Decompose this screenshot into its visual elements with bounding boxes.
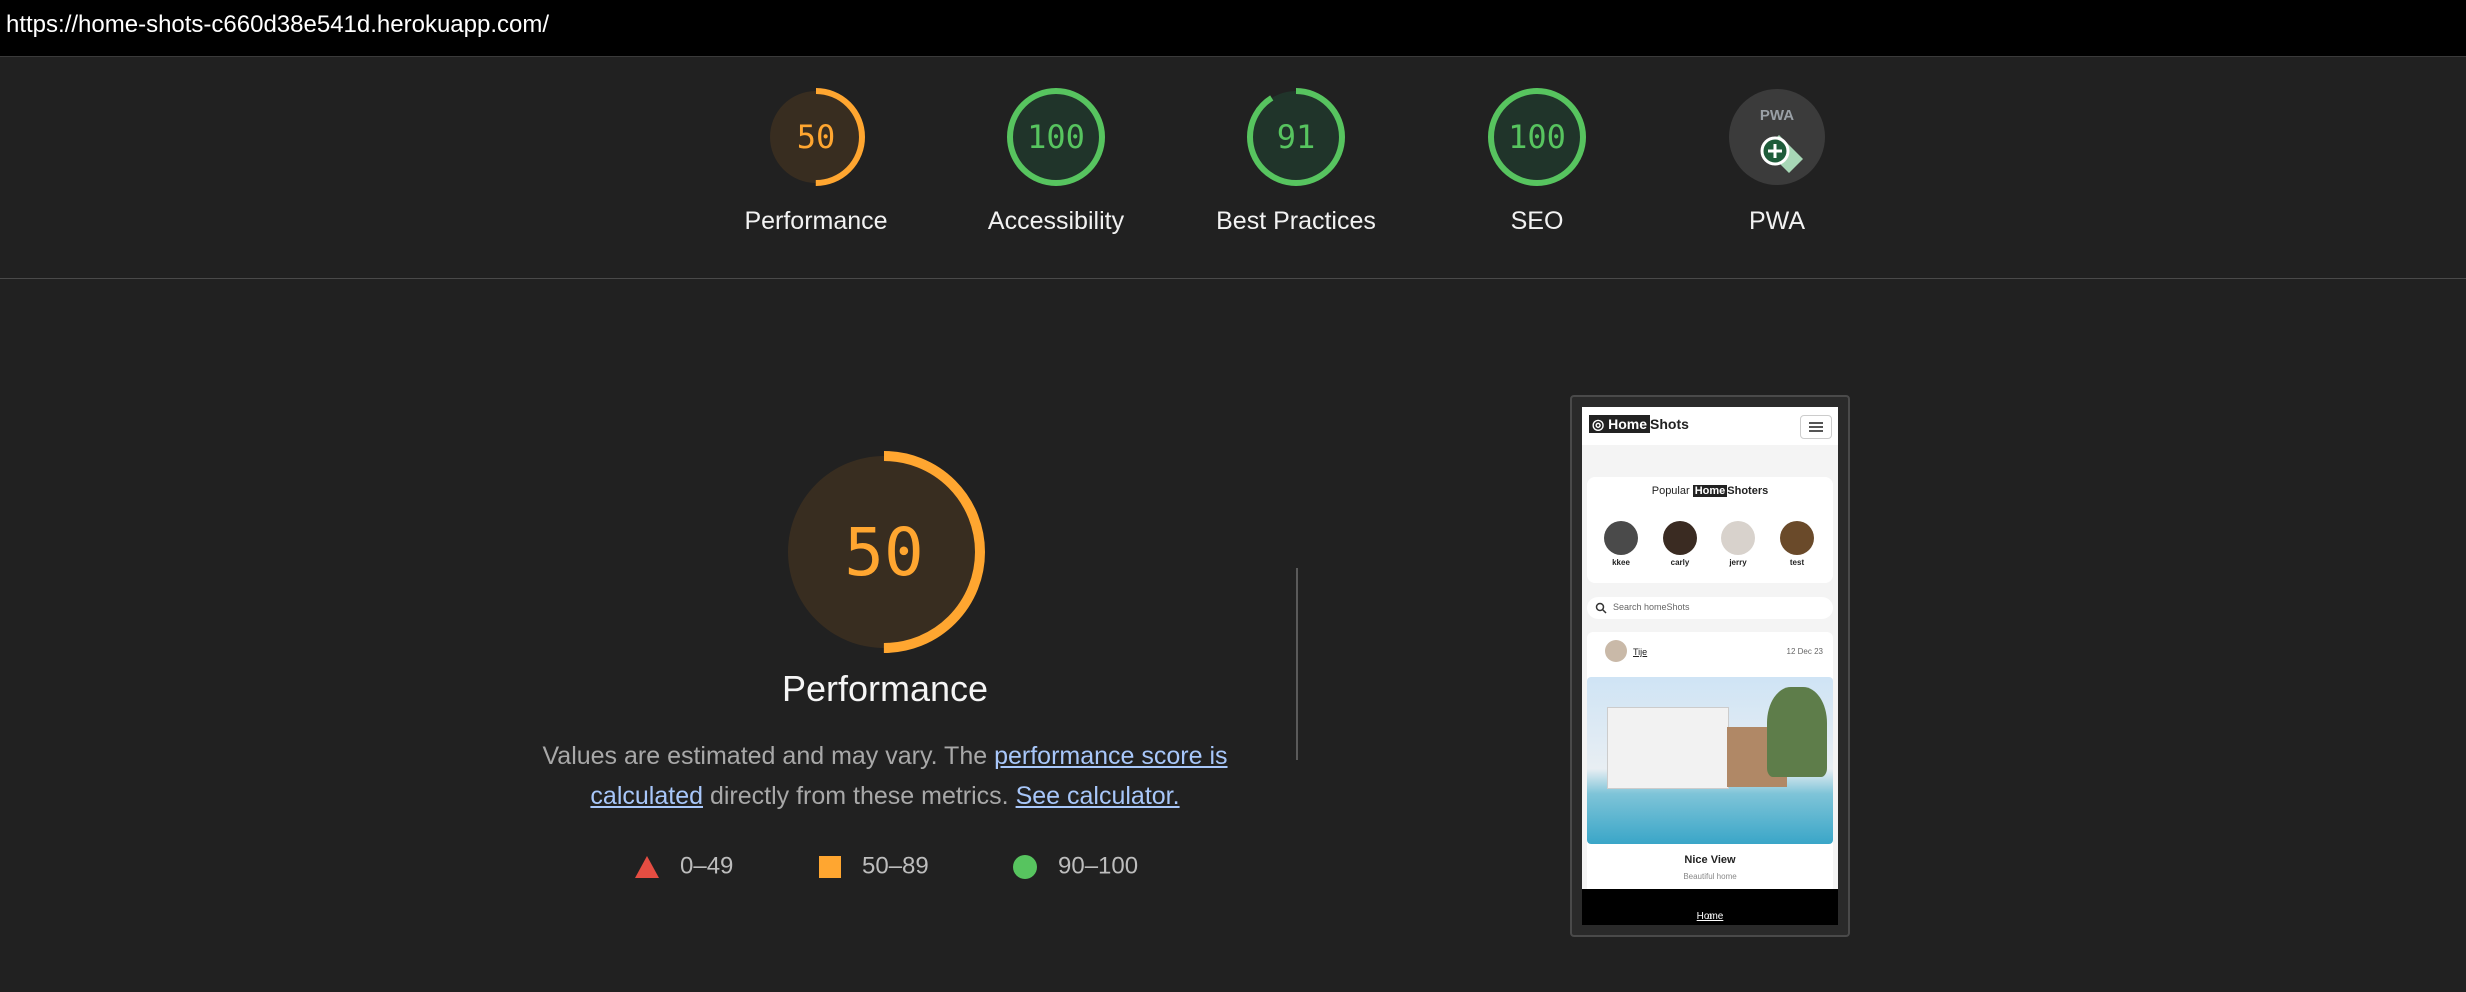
legend-average-label: 50–89: [862, 852, 929, 880]
avatar: jerry: [1721, 521, 1755, 567]
popular-title: Popular Home Shoters: [1651, 485, 1769, 497]
phone-search: Search homeShots: [1587, 597, 1833, 619]
legend-average: 50–89: [818, 852, 929, 881]
vertical-divider: [1296, 568, 1298, 760]
homeshots-logo: ◎ Home Shots: [1589, 415, 1689, 433]
avatar: carly: [1663, 521, 1697, 567]
label-seo: SEO: [1510, 207, 1564, 235]
gauge-best-practices[interactable]: 91 Best Practices: [1176, 87, 1416, 267]
phone-screen: ◎ Home Shots Popular Home Shoters kkee car…: [1582, 407, 1838, 925]
avatar: test: [1780, 521, 1814, 567]
label-pwa: PWA: [1748, 207, 1806, 235]
score-performance: 50: [797, 118, 836, 156]
circle-icon: [1013, 854, 1037, 879]
post-card: Tije 12 Dec 23 Nice View Beautiful home: [1587, 632, 1833, 925]
score-ring-seo: 100: [1488, 88, 1586, 186]
legend-pass-label: 90–100: [1058, 852, 1139, 880]
label-performance: Performance: [744, 207, 888, 235]
score-ring-performance: 50: [767, 88, 865, 186]
gauge-seo[interactable]: 100 SEO: [1417, 87, 1657, 267]
performance-description: Values are estimated and may vary. The p…: [530, 736, 1240, 816]
post-title: Nice View: [1684, 854, 1736, 866]
avatar: kkee: [1604, 521, 1638, 567]
gauge-performance[interactable]: 50 Performance: [696, 87, 936, 267]
pwa-icon: PWA: [1729, 89, 1825, 185]
gauge-accessibility[interactable]: 100 Accessibility: [936, 87, 1176, 267]
desc-text-2: directly from these metrics.: [703, 782, 1016, 810]
post-date: 12 Dec 23: [1786, 647, 1823, 656]
post-image: [1587, 677, 1833, 844]
score-best-practices: 91: [1277, 118, 1316, 156]
phone-header: ◎ Home Shots: [1582, 407, 1838, 445]
main-score: 50: [844, 514, 923, 591]
main-title: Performance: [781, 668, 989, 709]
main-performance-gauge: 50: [779, 447, 989, 662]
page-url[interactable]: https://home-shots-c660d38e541d.herokuap…: [6, 11, 549, 39]
gauge-pwa[interactable]: PWA PWA: [1657, 87, 1897, 267]
legend-fail: 0–49: [634, 852, 733, 881]
score-seo: 100: [1508, 118, 1566, 156]
triangle-icon: [635, 855, 659, 878]
score-ring-best-practices: 91: [1247, 88, 1345, 186]
legend-pass: 90–100: [1012, 852, 1138, 881]
popular-shoters-card: Popular Home Shoters kkee carly jerry tes…: [1587, 477, 1833, 583]
final-screenshot[interactable]: ◎ Home Shots Popular Home Shoters kkee car…: [1570, 395, 1850, 937]
phone-footer: ⌂ Home: [1582, 889, 1838, 925]
svg-text:PWA: PWA: [1760, 107, 1794, 124]
hamburger-menu-icon: [1800, 415, 1832, 439]
see-calculator-link[interactable]: See calculator.: [1016, 782, 1180, 810]
category-gauges: 50 Performance 100 Accessibility 91 Best…: [0, 57, 2466, 279]
avatar: [1605, 640, 1627, 662]
label-best-practices: Best Practices: [1216, 207, 1376, 235]
score-accessibility: 100: [1027, 118, 1085, 156]
search-icon: [1595, 602, 1607, 614]
post-subtitle: Beautiful home: [1683, 872, 1737, 881]
post-user: Tije: [1633, 647, 1648, 657]
desc-text-1: Values are estimated and may vary. The: [542, 742, 995, 770]
label-accessibility: Accessibility: [987, 207, 1125, 235]
legend-fail-label: 0–49: [680, 852, 734, 880]
score-ring-accessibility: 100: [1007, 88, 1105, 186]
square-icon: [819, 855, 841, 878]
address-bar: https://home-shots-c660d38e541d.herokuap…: [0, 0, 2466, 57]
main-score-ring: 50: [783, 451, 985, 653]
